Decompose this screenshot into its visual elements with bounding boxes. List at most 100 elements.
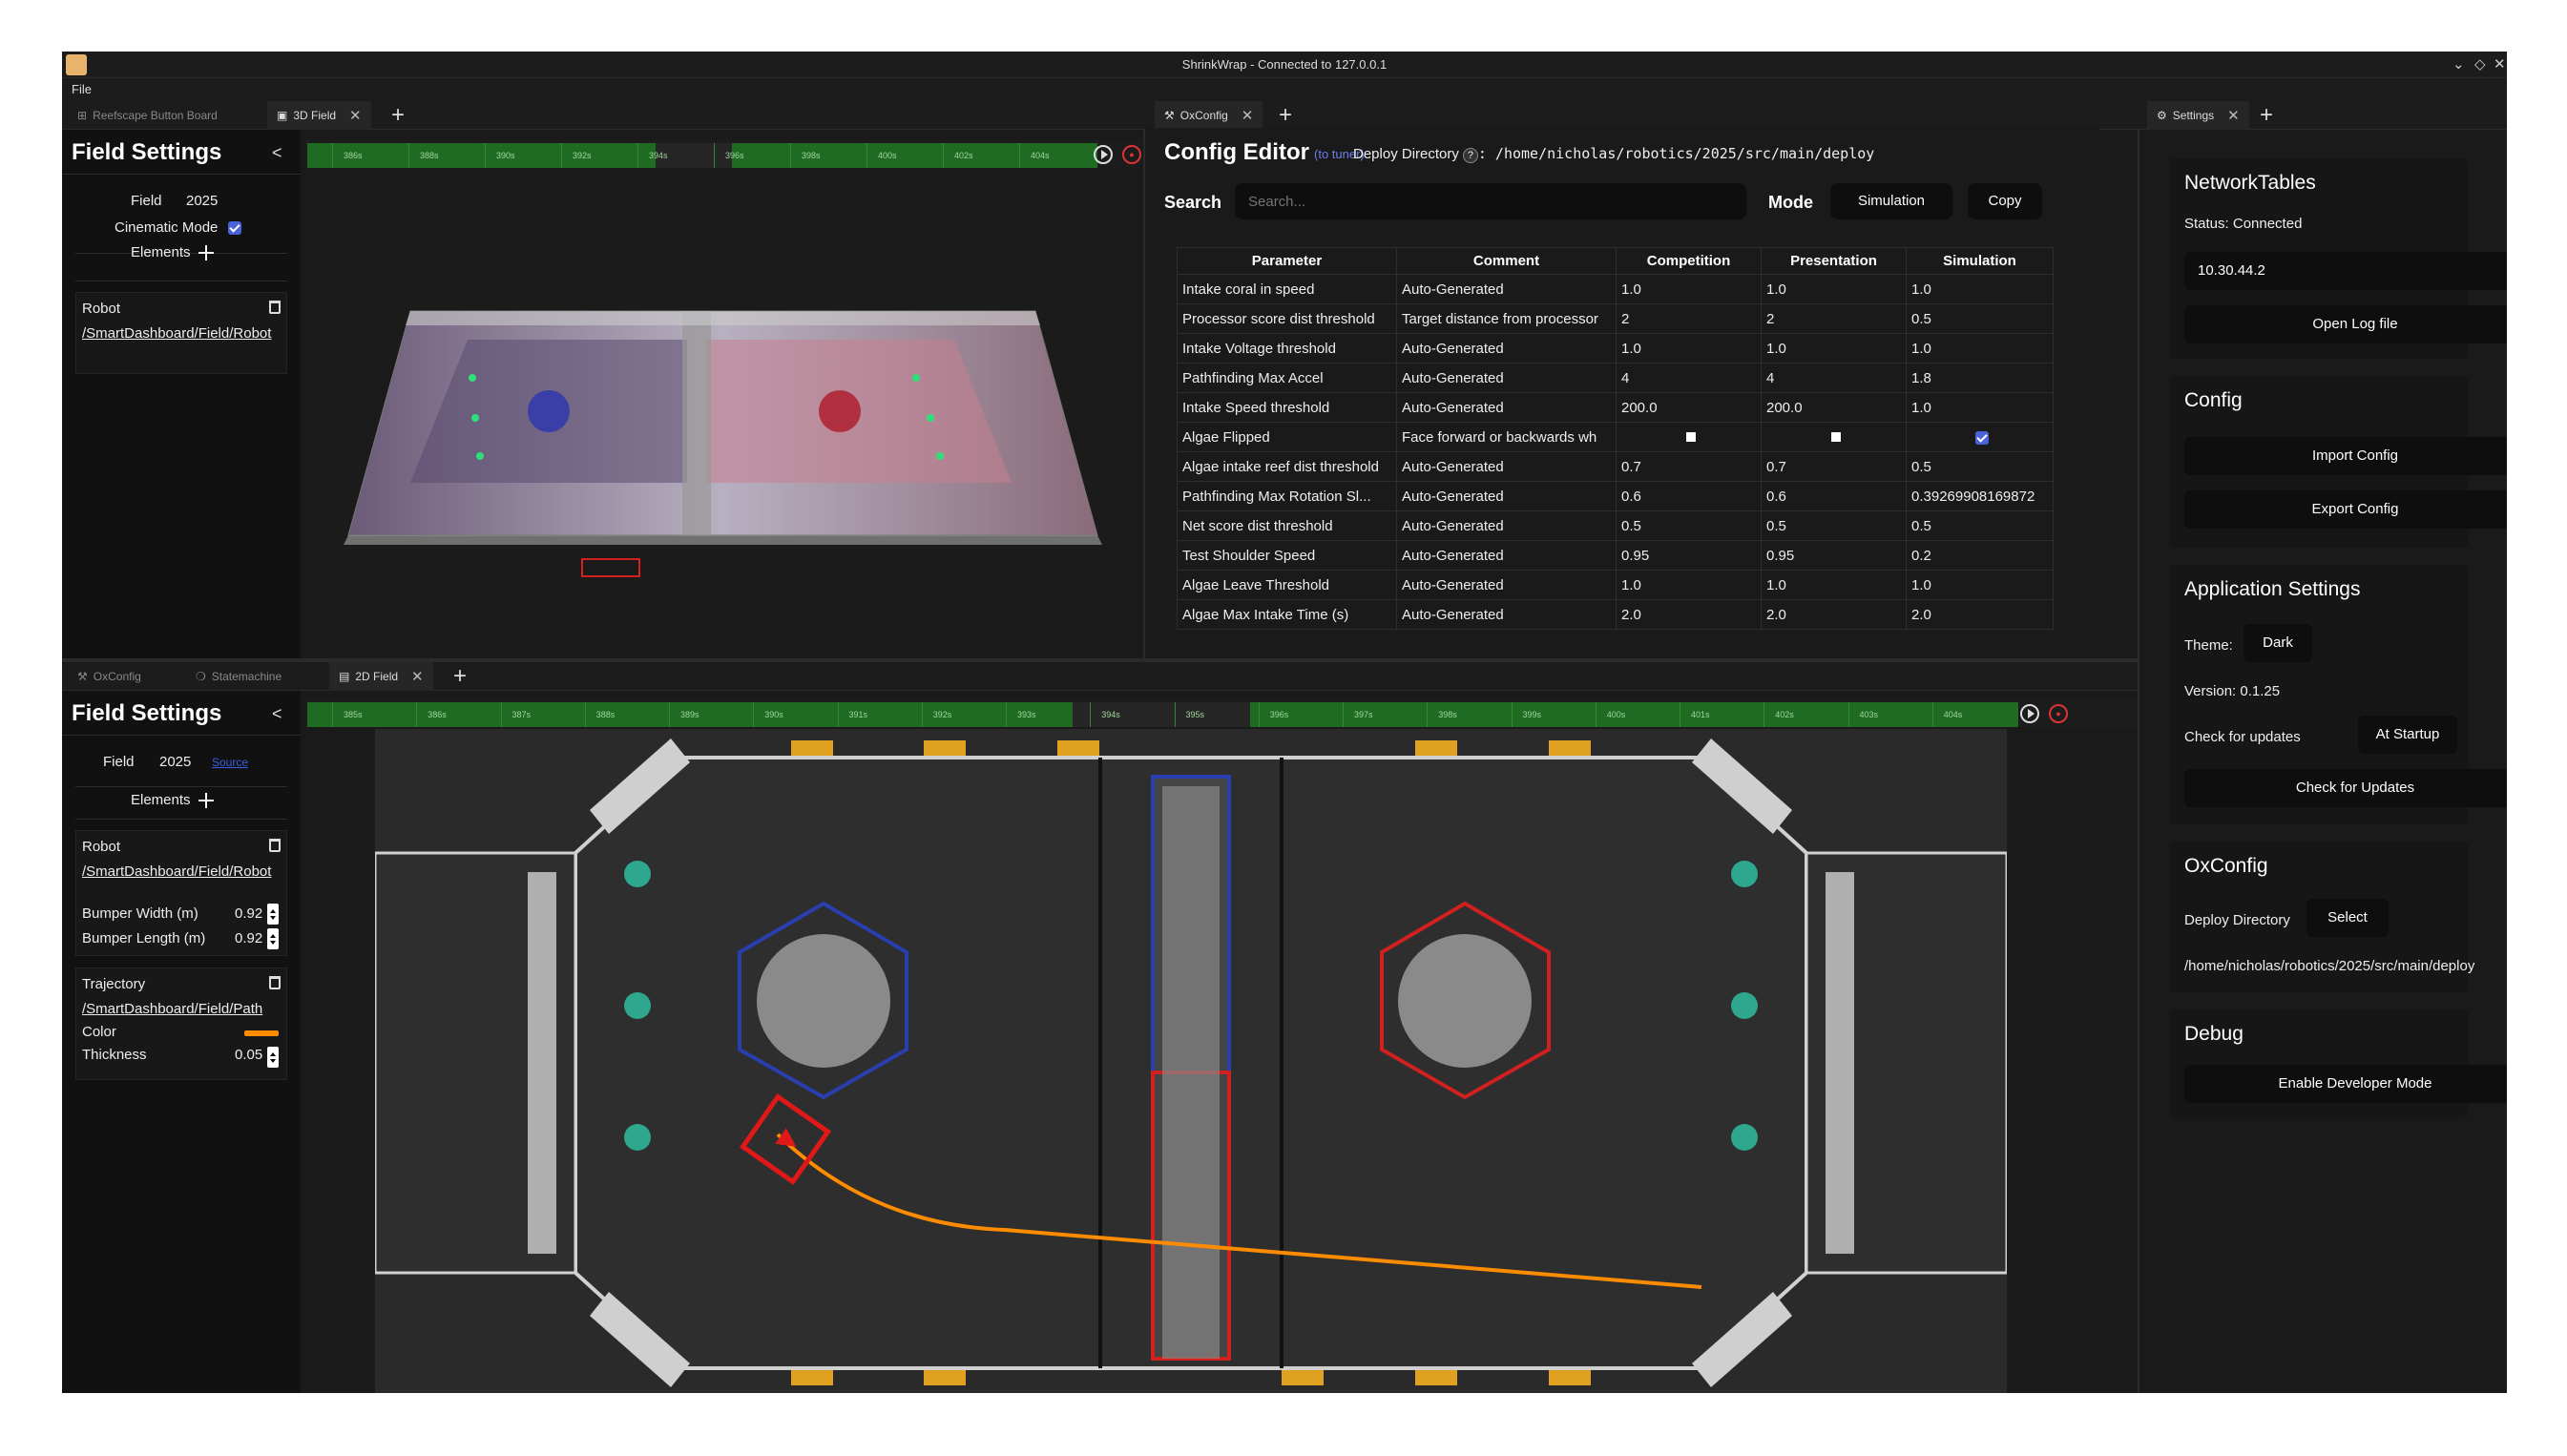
- field-year-value[interactable]: 2025: [159, 754, 191, 770]
- table-cell[interactable]: 1.0: [1616, 333, 1762, 364]
- table-cell[interactable]: 1.0: [1761, 333, 1907, 364]
- table-cell[interactable]: 0.7: [1761, 451, 1907, 482]
- table-cell[interactable]: 1.0: [1616, 274, 1762, 304]
- column-header[interactable]: Presentation: [1761, 247, 1907, 275]
- table-cell[interactable]: 1.0: [1906, 333, 2054, 364]
- close-tab-icon[interactable]: ✕: [1242, 107, 1254, 124]
- table-cell[interactable]: 2.0: [1616, 599, 1762, 630]
- table-cell[interactable]: 0.5: [1616, 510, 1762, 541]
- close-window-icon[interactable]: ✕: [2494, 55, 2506, 73]
- cinematic-mode-checkbox[interactable]: [227, 221, 241, 236]
- copy-button[interactable]: Copy: [1968, 183, 2042, 219]
- record-icon[interactable]: ●: [1122, 145, 1141, 164]
- table-cell[interactable]: 0.39269908169872: [1906, 481, 2054, 511]
- column-header[interactable]: Parameter: [1177, 247, 1397, 275]
- table-cell[interactable]: 0.5: [1906, 303, 2054, 334]
- add-element-icon[interactable]: [198, 793, 214, 809]
- trash-icon[interactable]: [269, 301, 281, 314]
- check-for-updates-button[interactable]: Check for Updates: [2184, 769, 2507, 807]
- table-cell[interactable]: 1.0: [1906, 392, 2054, 423]
- table-cell[interactable]: 2: [1616, 303, 1762, 334]
- export-config-button[interactable]: Export Config: [2184, 490, 2507, 529]
- table-cell[interactable]: 0.2: [1906, 540, 2054, 571]
- add-tab-button[interactable]: +: [2260, 101, 2273, 130]
- add-element-icon[interactable]: [198, 245, 214, 261]
- close-tab-icon[interactable]: ✕: [411, 668, 424, 685]
- play-icon[interactable]: [1094, 145, 1113, 164]
- table-cell[interactable]: 2: [1761, 303, 1907, 334]
- robot-topic-link[interactable]: /SmartDashboard/Field/Robot: [82, 325, 282, 343]
- field3d-view[interactable]: [305, 168, 1145, 660]
- enable-developer-mode-button[interactable]: Enable Developer Mode: [2184, 1065, 2507, 1103]
- add-tab-button[interactable]: +: [391, 101, 405, 130]
- top-timeline[interactable]: 386s 388s 390s 392s 394s 396s 398s 400s 402s 404s…: [305, 139, 1145, 168]
- checkbox-unchecked[interactable]: [1831, 431, 1841, 442]
- table-cell[interactable]: 1.0: [1761, 274, 1907, 304]
- add-tab-button[interactable]: +: [453, 662, 467, 691]
- mode-select[interactable]: Simulation: [1830, 183, 1952, 219]
- column-header[interactable]: Comment: [1396, 247, 1617, 275]
- thickness-value[interactable]: 0.05: [235, 1047, 262, 1063]
- collapse-button[interactable]: <: [272, 143, 282, 163]
- table-cell[interactable]: 0.95: [1616, 540, 1762, 571]
- close-tab-icon[interactable]: ✕: [2227, 107, 2240, 124]
- select-directory-button[interactable]: Select: [2306, 899, 2389, 937]
- import-config-button[interactable]: Import Config: [2184, 437, 2507, 475]
- checkbox-checked[interactable]: [1975, 430, 1989, 445]
- table-cell[interactable]: 1.0: [1616, 570, 1762, 600]
- record-icon[interactable]: ●: [2049, 704, 2068, 723]
- bottom-timeline[interactable]: 385s 386s 387s 388s 389s 390s 391s 392s 393s 394s…: [305, 698, 2138, 727]
- trajectory-topic-link[interactable]: /SmartDashboard/Field/Path: [82, 1001, 282, 1018]
- table-cell[interactable]: 2.0: [1761, 599, 1907, 630]
- maximize-icon[interactable]: ◇: [2474, 55, 2486, 73]
- search-input[interactable]: [1235, 183, 1746, 219]
- table-cell[interactable]: 0.6: [1616, 481, 1762, 511]
- bumper-length-stepper[interactable]: [267, 928, 279, 949]
- table-cell[interactable]: 0.5: [1761, 510, 1907, 541]
- tab-2d-field[interactable]: ▤ 2D Field ✕: [329, 662, 433, 691]
- table-cell[interactable]: 0.7: [1616, 451, 1762, 482]
- table-cell[interactable]: 200.0: [1616, 392, 1762, 423]
- table-cell[interactable]: 0.5: [1906, 510, 2054, 541]
- play-icon[interactable]: [2020, 704, 2039, 723]
- pane-divider[interactable]: [2138, 130, 2139, 1393]
- bumper-length-value[interactable]: 0.92: [235, 930, 262, 946]
- field-source-link[interactable]: Source: [212, 756, 248, 769]
- trash-icon[interactable]: [269, 976, 281, 989]
- help-icon[interactable]: ?: [1462, 148, 1478, 163]
- tab-settings[interactable]: ⚙ Settings ✕: [2147, 101, 2249, 130]
- bumper-width-value[interactable]: 0.92: [235, 905, 262, 922]
- nt-address-input[interactable]: 10.30.44.2: [2184, 252, 2507, 290]
- thickness-stepper[interactable]: [267, 1047, 279, 1068]
- tab-3d-field[interactable]: ▣ 3D Field ✕: [267, 101, 371, 130]
- table-cell[interactable]: [1906, 422, 2054, 452]
- theme-select[interactable]: Dark: [2244, 624, 2312, 662]
- table-cell[interactable]: 0.95: [1761, 540, 1907, 571]
- table-cell[interactable]: 1.0: [1761, 570, 1907, 600]
- tab-statemachine[interactable]: ❍ Statemachine: [186, 662, 291, 691]
- checkbox-unchecked[interactable]: [1686, 431, 1696, 442]
- table-cell[interactable]: 1.0: [1906, 274, 2054, 304]
- bumper-width-stepper[interactable]: [267, 904, 279, 925]
- trash-icon[interactable]: [269, 839, 281, 852]
- tab-oxconfig[interactable]: ⚒ OxConfig ✕: [1155, 101, 1263, 130]
- column-header[interactable]: Competition: [1616, 247, 1762, 275]
- table-cell[interactable]: 1.8: [1906, 363, 2054, 393]
- field-year-value[interactable]: 2025: [186, 193, 218, 209]
- table-cell[interactable]: 2.0: [1906, 599, 2054, 630]
- table-cell[interactable]: 1.0: [1906, 570, 2054, 600]
- check-updates-select[interactable]: At Startup: [2358, 716, 2457, 754]
- tab-reefscape-button-board[interactable]: ⊞ Reefscape Button Board: [68, 101, 227, 130]
- tab-oxconfig[interactable]: ⚒ OxConfig: [68, 662, 151, 691]
- table-cell[interactable]: 0.5: [1906, 451, 2054, 482]
- table-cell[interactable]: 200.0: [1761, 392, 1907, 423]
- table-cell[interactable]: 4: [1616, 363, 1762, 393]
- close-tab-icon[interactable]: ✕: [349, 107, 362, 124]
- robot-topic-link[interactable]: /SmartDashboard/Field/Robot: [82, 863, 282, 881]
- table-cell[interactable]: 4: [1761, 363, 1907, 393]
- collapse-button[interactable]: <: [272, 704, 282, 724]
- table-cell[interactable]: [1761, 422, 1907, 452]
- minimize-icon[interactable]: ⌄: [2452, 55, 2465, 73]
- open-log-button[interactable]: Open Log file: [2184, 305, 2507, 343]
- column-header[interactable]: Simulation: [1906, 247, 2054, 275]
